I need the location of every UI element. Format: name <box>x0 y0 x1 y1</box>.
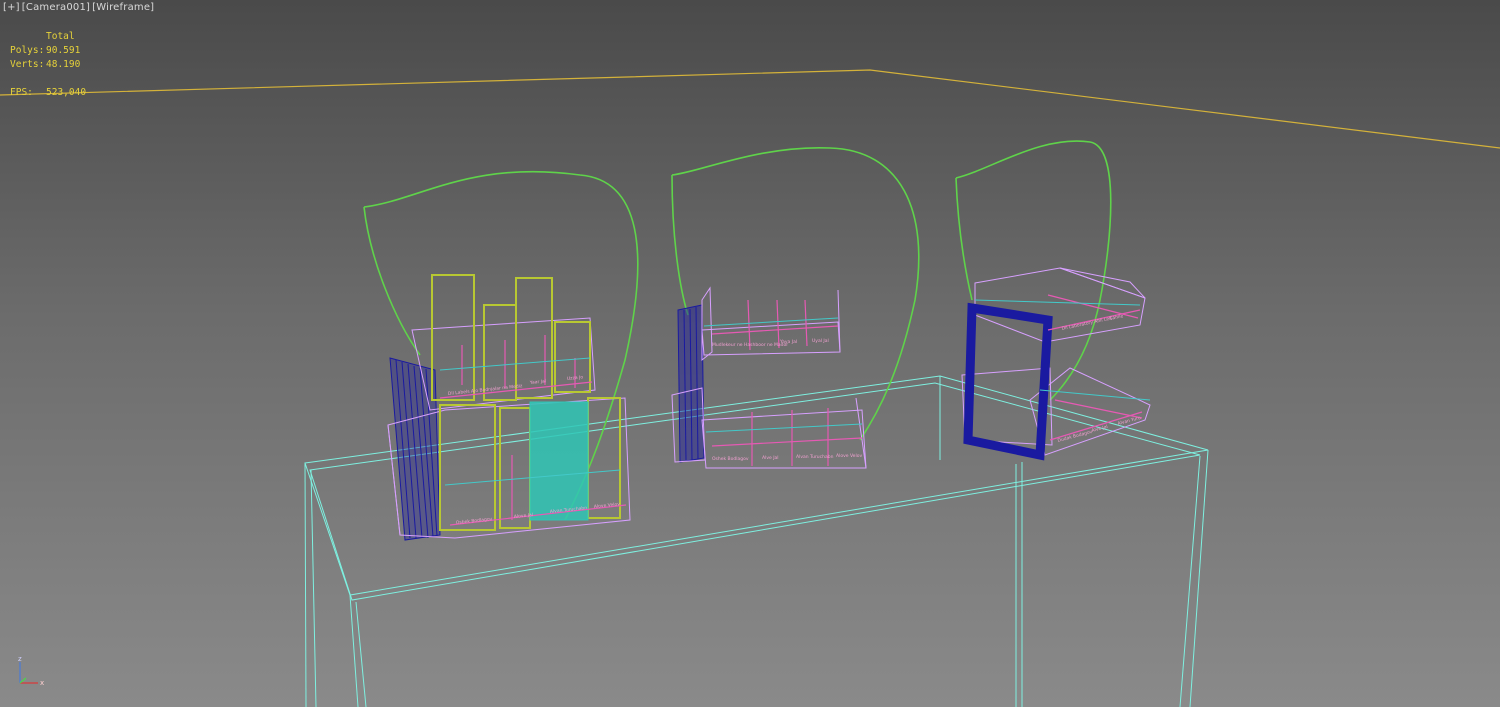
display-1-selected-slot[interactable] <box>529 401 589 521</box>
display-1[interactable]: Dil Labels Ajo Bodnjalar na Mediz Yaar J… <box>387 274 631 541</box>
display-3-frame[interactable] <box>963 302 1053 461</box>
axis-x-label: x <box>40 679 44 687</box>
horizon-line <box>0 69 1500 149</box>
display-1-label-top-3: Uzza Jo <box>567 374 584 382</box>
viewport-general-menu[interactable]: [+] <box>3 2 20 13</box>
scene-statistics: Total Polys: 90.591 Verts: 48.190 FPS: 5… <box>10 30 86 100</box>
verts-label: Verts: <box>10 59 45 70</box>
viewport-shading-menu[interactable]: [Wireframe] <box>92 2 154 13</box>
axis-tripod-icon: z x <box>18 655 44 687</box>
stats-header: Total <box>46 31 75 42</box>
display-2-label-bottom-3: Alvan Turuchabn <box>796 454 834 460</box>
display-2-label-top-3: Uyal Jal <box>812 338 829 344</box>
display-1-label-top-1: Dil Labels Ajo Bodnjalar na Mediz <box>448 383 524 397</box>
display-2[interactable]: Mudlekeur ne Hashboor ne Mador Yaya Jal … <box>671 286 867 469</box>
sign-outlines[interactable] <box>363 140 1112 521</box>
display-1-label-bottom-1: Osbek Bodlagov <box>456 516 493 526</box>
display-2-label-top-1: Mudlekeur ne Hashboor ne Mador <box>712 342 788 348</box>
polys-value: 90.591 <box>46 45 81 56</box>
axis-z-label: z <box>18 655 22 663</box>
display-1-label-top-2: Yaar Jal <box>529 378 547 386</box>
polys-label: Polys: <box>10 45 45 56</box>
viewport-label-menu[interactable]: [+] [Camera001] [Wireframe] <box>3 2 154 13</box>
display-2-label-bottom-1: Oshek Bodlagov <box>712 456 749 462</box>
display-2-label-bottom-2: Alve Jal <box>762 455 779 461</box>
display-1-label-bottom-4: Alove Velov <box>594 501 621 510</box>
display-2-label-bottom-4: Alove Velov <box>836 453 862 459</box>
verts-value: 48.190 <box>46 59 81 70</box>
wireframe-scene[interactable]: Dil Labels Ajo Bodnjalar na Mediz Yaar J… <box>0 0 1500 707</box>
fps-label: FPS: <box>10 87 33 98</box>
3d-viewport[interactable]: Dil Labels Ajo Bodnjalar na Mediz Yaar J… <box>0 0 1500 707</box>
display-3[interactable]: Dil Laboratory Ahli Lek Sahile Dudak Bod… <box>961 267 1151 461</box>
fps-value: 523,040 <box>46 87 87 98</box>
viewport-camera-menu[interactable]: [Camera001] <box>22 2 90 13</box>
display-3-label-top-1: Dil Laboratory Ahli Lek <box>1061 315 1113 332</box>
display-2-label-top-2: Yaya Jal <box>779 339 797 345</box>
